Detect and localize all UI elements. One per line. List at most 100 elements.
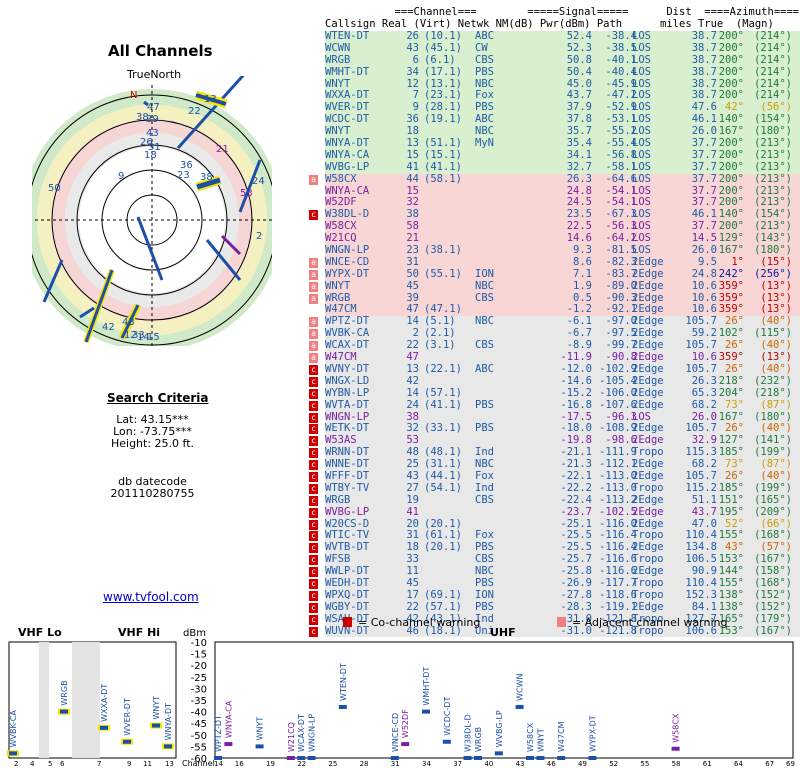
station-label: W52DF	[401, 709, 410, 738]
radar-channel-label: 18	[144, 150, 157, 161]
vhf-channel-tick: 7	[97, 760, 101, 768]
signal-bar	[494, 751, 503, 756]
adjacent-channel-icon: a	[309, 281, 318, 292]
cell-path: 2Edge	[632, 386, 664, 399]
vhf-channel-tick: 11	[143, 760, 152, 768]
signal-chart: VHF Lo VHF Hi dBm UHF= Co-channel warning = …	[7, 616, 795, 768]
vhf-channel-tick: 6	[60, 760, 65, 768]
cell-net: PBS	[475, 65, 494, 78]
cell-cs: W58CX	[325, 172, 357, 185]
radar-channel-label: 53	[240, 188, 253, 199]
cell-real: 43	[406, 41, 419, 54]
co-channel-icon: c	[309, 364, 318, 375]
y-tick-label: -30	[191, 684, 207, 695]
station-label: WNYA-DT	[164, 703, 173, 741]
co-channel-icon: c	[309, 578, 318, 589]
signal-bar	[557, 756, 566, 760]
signal-bar	[474, 756, 482, 760]
table-row: WRGB 6 (6.1) CBS 50.8 -40.1 LOS 38.7 200° (214°)	[325, 54, 800, 67]
cell-real: 41	[406, 505, 419, 518]
cell-path: 2Edge	[632, 398, 664, 411]
co-channel-icon: c	[309, 400, 318, 411]
cell-nm: -16.8	[560, 398, 592, 411]
y-tick-label: -55	[191, 742, 207, 753]
co-channel-icon: c	[309, 471, 318, 482]
uhf-channel-tick: 19	[266, 760, 275, 768]
cell-dist: 10.6	[691, 279, 717, 292]
radar-channel-label: 43	[122, 317, 135, 328]
cell-nm: -23.7	[560, 505, 592, 518]
vhf-hi-label: VHF Hi	[118, 626, 160, 639]
radar-channel-label: 15	[147, 332, 160, 343]
channel-axis-label: Channel	[182, 759, 215, 768]
cell-dist: 37.7	[691, 172, 717, 185]
cell-true: 195°	[718, 505, 744, 518]
table-row: WNYA-CA 15 (15.1) 34.1 -56.8 LOS 37.7 200° (213°…	[325, 149, 800, 162]
station-label: WYPX-DT	[588, 715, 597, 752]
y-tick-label: -50	[191, 731, 207, 742]
cell-cs: WVBG-LP	[325, 160, 370, 173]
uhf-channel-tick: 16	[235, 760, 244, 768]
cell-magn: (214°)	[754, 65, 792, 78]
cell-dist: 65.3	[691, 386, 717, 399]
uhf-channel-tick: 69	[786, 760, 795, 768]
cell-cs: WYBN-LP	[325, 386, 370, 399]
cell-net: Ind	[475, 481, 494, 494]
uhf-channel-tick: 37	[453, 760, 462, 768]
cell-dist: 115.2	[685, 481, 717, 494]
cell-nm: 26.3	[566, 172, 592, 185]
signal-bar	[164, 744, 172, 749]
page-title: All Channels	[108, 42, 213, 60]
uhf-channel-tick: 61	[703, 760, 712, 768]
cell-real: 14	[406, 386, 419, 399]
station-label: WPTZ-DT	[214, 715, 223, 752]
adjacent-channel-icon: a	[309, 353, 318, 364]
cell-true: 200°	[718, 65, 744, 78]
adjacent-channel-icon: a	[309, 269, 318, 280]
y-tick-label: -15	[191, 650, 207, 661]
cell-dist: 51.1	[691, 493, 717, 506]
radar-channel-label: 22	[188, 106, 201, 117]
cell-dist: 37.7	[691, 160, 717, 173]
cell-true: 359°	[718, 279, 744, 292]
cell-true: 151°	[718, 493, 744, 506]
radar-channel-label: 2	[256, 231, 262, 242]
station-label: W47CM	[557, 721, 566, 752]
table-header-groups: ===Channel=== =====Signal===== Dist ====…	[325, 6, 800, 18]
radar-channel-label: 23	[177, 170, 190, 181]
cell-magn: (256°)	[754, 267, 792, 280]
cell-path: 2Edge	[632, 374, 664, 387]
station-label: W38DL-D	[464, 714, 473, 752]
cell-dist: 68.2	[691, 398, 717, 411]
signal-bar	[536, 756, 545, 760]
table-row: WNGN-LP 23 (38.1) 9.3 -81.5 LOS 26.0 167° (180°)	[325, 244, 800, 257]
co-channel-icon: c	[309, 483, 318, 494]
cell-cs: WNGX-LD	[325, 374, 370, 387]
cell-dist: 38.7	[691, 65, 717, 78]
cell-virt: (17.1)	[424, 65, 462, 78]
cell-real: 42	[406, 374, 419, 387]
station-label: WNYT	[152, 696, 161, 720]
uhf-channel-tick: 14	[214, 760, 223, 768]
station-label: WNYT	[256, 717, 265, 741]
compass-n-label: N	[130, 90, 137, 101]
co-channel-icon: c	[309, 495, 318, 506]
cell-nm: 1.9	[573, 279, 592, 292]
cell-dist: 24.8	[691, 267, 717, 280]
adjacent-legend: = Adjacent channel warning	[572, 616, 728, 629]
cell-virt: (45.1)	[424, 41, 462, 54]
adjacent-legend-icon	[557, 617, 566, 627]
co-channel-icon: c	[309, 436, 318, 447]
table-header-columns: Callsign Real (Virt) Netwk NM(dB) Pwr(dB…	[325, 18, 774, 30]
station-label: WXXA-DT	[100, 684, 109, 722]
cell-nm: 32.7	[566, 160, 592, 173]
co-channel-legend: = Co-channel warning	[358, 616, 480, 629]
y-tick-label: -45	[191, 719, 207, 730]
cell-magn: (209°)	[754, 505, 792, 518]
radar-channel-label: 9	[118, 171, 124, 182]
table-row: c WTBY-TV 27 (54.1) Ind -22.2 -113.0 Tropo 115.2…	[309, 481, 800, 495]
co-channel-icon: c	[309, 519, 318, 530]
radar-channel-label: 33	[132, 330, 145, 341]
db-code: 201110280755	[110, 487, 195, 500]
cell-virt: (55.1)	[424, 267, 462, 280]
